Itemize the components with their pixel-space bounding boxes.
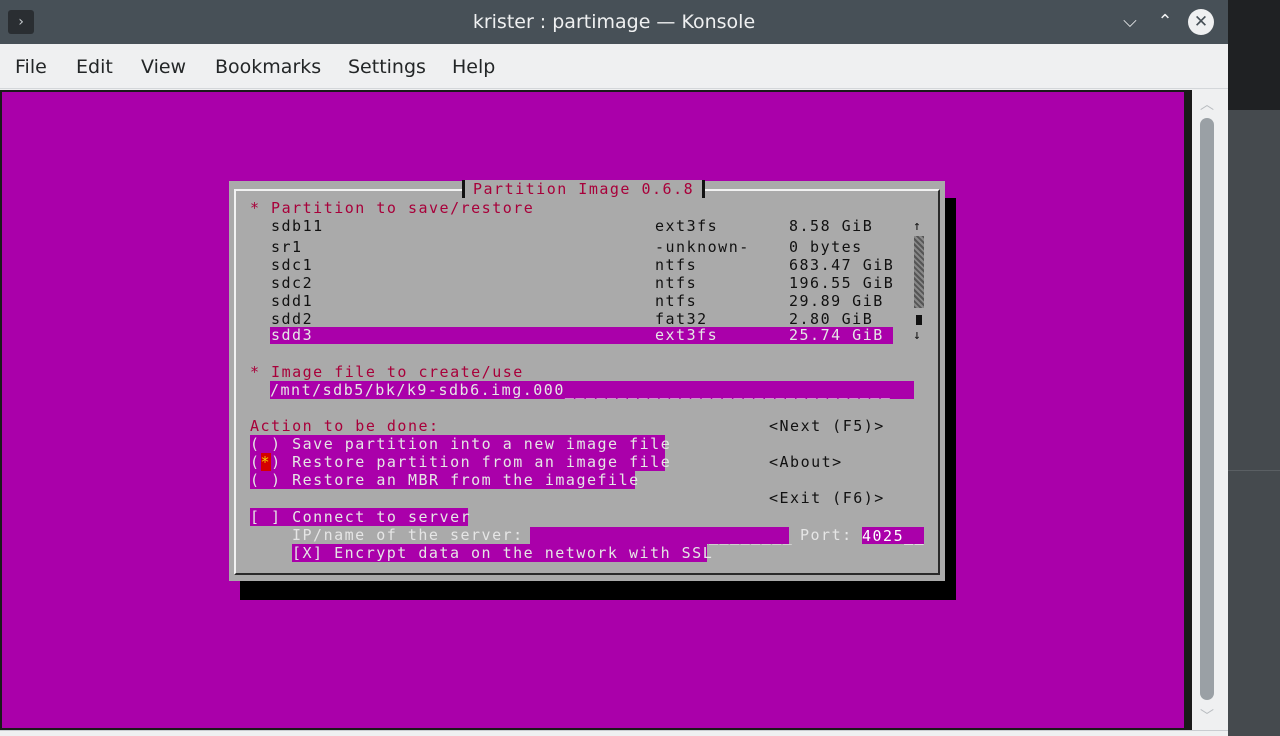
partition-row-selected[interactable]: sdd3 ext3fs 25.74 GiB <box>270 326 893 344</box>
action-mbr-radio[interactable]: ( ) Restore an MBR from the imagefile <box>250 471 638 489</box>
scroll-up-icon[interactable]: ︿ <box>1196 94 1218 114</box>
desktop-background-lower <box>1228 110 1280 736</box>
maximize-icon[interactable]: ⌃ <box>1152 9 1178 35</box>
about-button[interactable]: <About> <box>769 453 843 471</box>
image-file-header: * Image file to create/use <box>250 363 524 381</box>
port-label: Port: <box>800 526 853 544</box>
radio-mark: ( ) <box>250 471 282 489</box>
menu-settings[interactable]: Settings <box>348 56 426 78</box>
partition-size: 29.89 GiB <box>789 292 884 310</box>
partition-size: 196.55 GiB <box>789 274 895 292</box>
partition-fs: ntfs <box>655 256 698 274</box>
minimize-icon[interactable]: ⌵ <box>1117 9 1143 35</box>
list-scrollbar-track[interactable] <box>914 236 924 308</box>
connect-server-checkbox[interactable]: [ ] Connect to server <box>250 508 472 526</box>
connect-label: Connect to server <box>292 508 472 526</box>
server-label: IP/name of the server: <box>292 526 524 544</box>
partition-name: sdc1 <box>271 256 314 274</box>
menu-help[interactable]: Help <box>452 56 495 78</box>
menu-file[interactable]: File <box>15 56 47 78</box>
desktop-background <box>1228 0 1280 110</box>
title-bar[interactable]: › krister : partimage — Konsole ⌵ ⌃ ✕ <box>0 0 1228 44</box>
desktop-divider <box>1228 470 1280 471</box>
partition-size: 8.58 GiB <box>789 217 874 235</box>
next-button[interactable]: <Next (F5)> <box>769 417 885 435</box>
action-label: Restore partition from an image file <box>292 453 672 471</box>
server-input[interactable]: _________________________ <box>530 527 792 545</box>
checkbox-mark: [ ] <box>250 508 282 526</box>
bottom-edge <box>0 730 1228 736</box>
port-input[interactable]: 4025__ <box>862 527 924 545</box>
menu-view[interactable]: View <box>141 56 186 78</box>
window-title: krister : partimage — Konsole <box>472 11 756 33</box>
image-file-value: /mnt/sdb5/bk/k9-sdb6.img.000 <box>270 381 565 399</box>
list-scrollbar-thumb[interactable] <box>916 315 922 325</box>
scrollbar-thumb[interactable] <box>1200 118 1214 700</box>
radio-mark-close: ) <box>271 453 282 471</box>
menu-edit[interactable]: Edit <box>76 56 113 78</box>
checkbox-mark: [X] <box>292 544 324 562</box>
radio-mark: ( ) <box>250 435 282 453</box>
partition-header: * Partition to save/restore <box>250 199 535 217</box>
partition-size: 25.74 GiB <box>789 326 884 344</box>
action-header: Action to be done: <box>250 417 440 435</box>
partition-fs: ext3fs <box>655 217 719 235</box>
image-file-padding: _______________________________ <box>564 381 892 399</box>
partition-size: 0 bytes <box>789 238 863 256</box>
partition-fs: ntfs <box>655 274 698 292</box>
partition-name: sdb11 <box>271 217 324 235</box>
radio-selected-icon: * <box>260 453 272 471</box>
close-icon[interactable]: ✕ <box>1188 9 1214 35</box>
partition-name: sr1 <box>271 238 303 256</box>
partition-name: sdc2 <box>271 274 314 292</box>
partition-fs: ext3fs <box>655 326 719 344</box>
ssl-label: Encrypt data on the network with SSL <box>334 544 714 562</box>
scroll-down-icon[interactable]: ﹀ <box>1196 706 1218 726</box>
ssl-checkbox[interactable]: [X] Encrypt data on the network with SSL <box>292 544 712 562</box>
partition-name: sdd3 <box>271 326 314 344</box>
dialog-title: Partition Image 0.6.8 <box>462 180 706 198</box>
partition-fs: ntfs <box>655 292 698 310</box>
list-scroll-down-icon[interactable]: ↓ <box>913 327 922 345</box>
partition-fs: -unknown- <box>655 238 750 256</box>
partition-name: sdd1 <box>271 292 314 310</box>
action-restore-radio[interactable]: (*) Restore partition from an image file <box>250 453 670 471</box>
list-scroll-up-icon[interactable]: ↑ <box>913 218 922 236</box>
menu-bookmarks[interactable]: Bookmarks <box>215 56 321 78</box>
partition-size: 683.47 GiB <box>789 256 895 274</box>
radio-mark-open: ( <box>250 453 261 471</box>
action-save-radio[interactable]: ( ) Save partition into a new image file <box>250 435 670 453</box>
image-file-input[interactable]: /mnt/sdb5/bk/k9-sdb6.img.000____________… <box>270 381 914 399</box>
menu-bar: File Edit View Bookmarks Settings Help <box>0 44 1228 89</box>
action-label: Save partition into a new image file <box>292 435 672 453</box>
action-label: Restore an MBR from the imagefile <box>292 471 640 489</box>
exit-button[interactable]: <Exit (F6)> <box>769 489 885 507</box>
